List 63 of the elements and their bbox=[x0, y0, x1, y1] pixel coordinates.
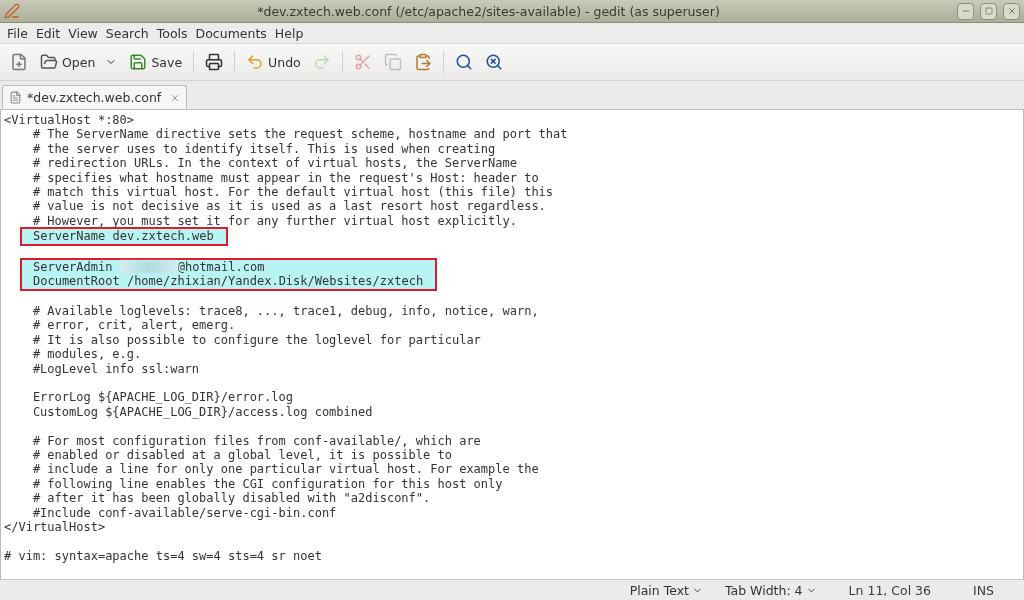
code-line: # value is not decisive as it is used as a last resort host regardless. bbox=[31, 199, 546, 214]
code-line: ServerAdmin bbox=[33, 259, 114, 274]
menu-item[interactable]: Tools bbox=[152, 25, 192, 41]
code-line: # following line enables the CGI configuration for this host only bbox=[31, 476, 503, 491]
code-line: CustomLog ${APACHE_LOG_DIR}/access.log combined bbox=[31, 404, 373, 419]
tab-width-dropdown[interactable]: Tab Width: 4 bbox=[718, 582, 823, 598]
copy-icon bbox=[383, 53, 402, 71]
code-line: # enabled or disabled at a global level, it is possible to bbox=[31, 448, 452, 462]
close-icon[interactable] bbox=[170, 92, 181, 103]
code-line: #LogLevel info ssl:warn bbox=[31, 361, 200, 376]
menu-item[interactable]: Documents bbox=[191, 25, 271, 41]
code-line: # error, crit, alert, emerg. bbox=[31, 318, 236, 333]
save-button[interactable]: Save bbox=[125, 50, 187, 74]
code-line: ServerName dev.zxtech.web bbox=[33, 229, 214, 244]
new-document-icon bbox=[10, 53, 28, 71]
code-line: @hotmail.com bbox=[177, 259, 265, 274]
language-dropdown[interactable]: Plain Text bbox=[623, 582, 709, 598]
code-line: </VirtualHost> bbox=[4, 519, 106, 534]
code-line: # modules, e.g. bbox=[31, 347, 142, 362]
undo-button[interactable]: Undo bbox=[242, 50, 305, 74]
code-line: ErrorLog ${APACHE_LOG_DIR}/error.log bbox=[31, 390, 293, 405]
minimize-button[interactable] bbox=[957, 2, 974, 20]
code-line: # redirection URLs. In the context of virtual hosts, the ServerName bbox=[31, 156, 517, 171]
close-icon bbox=[1006, 6, 1017, 16]
code-line: DocumentRoot /home/zhixian/Yandex.Disk/Websites/zxtech bbox=[33, 274, 424, 289]
code-line: <VirtualHost *:80> bbox=[4, 113, 135, 127]
code-line: # For most configuration files from conf-available/, which are bbox=[31, 433, 481, 448]
insert-mode: INS bbox=[972, 582, 995, 598]
search-clear-icon bbox=[484, 53, 503, 71]
code-line: # Available loglevels: trace8, ..., trace1, debug, info, notice, warn, bbox=[31, 304, 539, 319]
menu-item[interactable]: File bbox=[3, 25, 32, 41]
menu-item[interactable]: Edit bbox=[31, 25, 65, 41]
clipboard-icon bbox=[413, 53, 432, 71]
menu-item[interactable]: View bbox=[64, 25, 102, 41]
menu-item[interactable]: Help bbox=[270, 25, 308, 41]
text-editor[interactable] bbox=[0, 110, 1024, 579]
undo-icon bbox=[246, 53, 265, 71]
pencil-icon bbox=[4, 3, 20, 19]
redo-icon bbox=[312, 53, 331, 71]
code-line: # specifies what hostname must appear in the request's Host: header to bbox=[31, 170, 539, 185]
menu-item[interactable]: Search bbox=[101, 25, 153, 41]
window-title: *dev.zxtech.web.conf (/etc/apache2/sites-available) - gedit (as superuser) bbox=[256, 3, 721, 19]
code-line: # match this virtual host. For the default virtual host (this file) this bbox=[31, 184, 554, 199]
code-line: # after it has been globally disabled with "a2disconf". bbox=[31, 491, 431, 506]
scissors-icon bbox=[353, 53, 372, 71]
folder-icon bbox=[40, 53, 58, 71]
code-line: # The ServerName directive sets the request scheme, hostname and port that bbox=[31, 127, 568, 142]
code-line: # the server uses to identify itself. This is used when creating bbox=[31, 141, 496, 156]
code-line: # vim: syntax=apache ts=4 sw=4 sts=4 sr noet bbox=[4, 548, 322, 563]
document-icon bbox=[9, 91, 22, 104]
open-button[interactable]: Open bbox=[36, 50, 122, 74]
close-button[interactable] bbox=[1003, 2, 1020, 20]
code-line: # include a line for only one particular virtual host. For example the bbox=[31, 462, 539, 477]
maximize-button[interactable] bbox=[980, 2, 997, 20]
redacted-blur bbox=[119, 260, 178, 273]
printer-icon bbox=[205, 53, 224, 71]
cursor-position: Ln 11, Col 36 bbox=[847, 582, 932, 598]
maximize-icon bbox=[984, 7, 993, 15]
document-tab[interactable]: *dev.zxtech.web.conf bbox=[2, 85, 188, 109]
code-line: # However, you must set it for any further virtual host explicitly. bbox=[31, 213, 517, 228]
code-line: # It is also possible to configure the loglevel for particular bbox=[31, 332, 481, 347]
search-icon bbox=[454, 53, 473, 71]
code-line: #Include conf-available/serve-cgi-bin.conf bbox=[31, 505, 337, 520]
